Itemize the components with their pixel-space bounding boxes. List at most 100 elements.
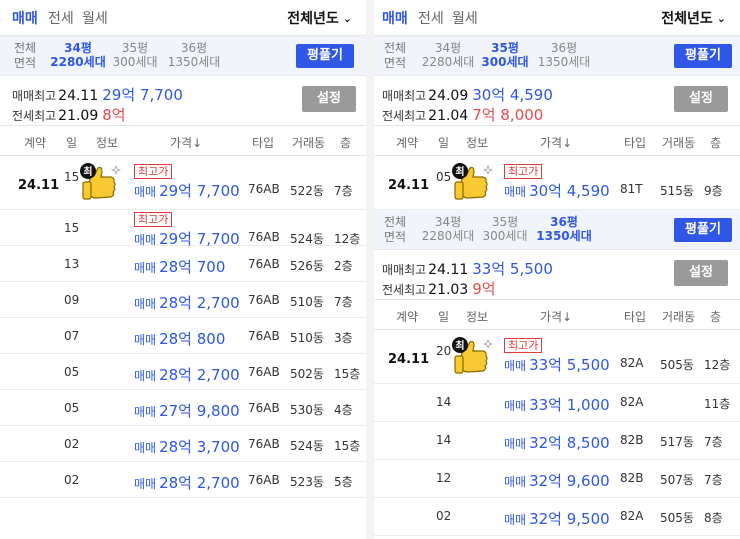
table-row[interactable]: 09 매매 28억 2,700 76AB 510동 7층 <box>0 282 366 318</box>
tab-sale[interactable]: 매매 <box>382 8 408 28</box>
table-row[interactable]: 24.11 20 최 최고가 매매 33억 5,500 82A 505동 12층 <box>374 330 740 384</box>
header-type: 타입 <box>252 136 275 150</box>
unfold-pyeong-button[interactable]: 평풀기 <box>674 44 732 68</box>
settings-button[interactable]: 설정 <box>674 86 728 112</box>
price-cell: 매매 32억 9,600 <box>504 470 610 491</box>
unit-type: 76AB <box>248 473 280 487</box>
size-option-35[interactable]: 35평 300세대 <box>480 215 530 243</box>
table-row[interactable]: 13 매매 28억 700 76AB 526동 2층 <box>0 246 366 282</box>
size-pyeong: 34평 <box>434 41 462 55</box>
unfold-pyeong-button[interactable]: 평풀기 <box>296 44 354 68</box>
unit-type: 76AB <box>248 401 280 415</box>
trade-type-tabs: 매매 전세 월세 전체년도 ⌄ <box>0 0 366 36</box>
contract-day: 15 <box>64 170 80 184</box>
unit-type: 76AB <box>248 365 280 379</box>
max-sale-row: 매매최고 24.11 33억 5,500 <box>382 258 553 279</box>
price-cell: 매매 28억 700 <box>134 256 225 277</box>
floor: 12층 <box>334 232 361 246</box>
tab-jeonse[interactable]: 전세 <box>418 8 444 28</box>
header-type: 타입 <box>624 310 647 324</box>
table-row[interactable]: 24.11 05 최 최고가 매매 30억 4,590 81T 515동 9층 <box>374 156 740 210</box>
trade-kind: 매매 <box>504 185 527 199</box>
tab-jeonse[interactable]: 전세 <box>48 8 74 28</box>
max-jeonse-label: 전세최고 <box>382 283 427 297</box>
size-pyeong: 36평 <box>180 41 208 55</box>
trade-price: 28억 800 <box>159 330 226 348</box>
trade-kind: 매매 <box>134 185 157 199</box>
trade-price: 30억 4,590 <box>529 182 610 200</box>
size-pyeong: 36평 <box>550 41 578 55</box>
max-jeonse-price: 8억 <box>102 106 126 124</box>
sticker-text: 최 <box>83 165 92 178</box>
unit-type: 81T <box>620 182 643 196</box>
size-pyeong: 35평 <box>491 215 519 229</box>
size-option-34[interactable]: 34평 2280세대 <box>50 41 106 69</box>
price-cell: 매매 28억 3,700 <box>134 436 240 457</box>
trade-kind: 매매 <box>134 441 157 455</box>
table-row[interactable]: 05 매매 28억 2,700 76AB 502동 15층 <box>0 354 366 390</box>
max-sale-price: 29억 7,700 <box>102 86 183 104</box>
max-price-summary: 매매최고 24.11 33억 5,500 전세최고 21.03 9억 설정 <box>374 250 740 300</box>
unit-type: 82B <box>620 433 644 447</box>
contract-day: 05 <box>436 170 452 184</box>
max-sale-price: 33억 5,500 <box>472 260 553 278</box>
header-price-sort[interactable]: 가격↓ <box>170 134 202 151</box>
trade-price: 27억 9,800 <box>159 402 240 420</box>
tab-monthly[interactable]: 월세 <box>452 8 478 28</box>
area-filter: 전체 면적 34평 2280세대 35평 300세대 36평 1350세대 평풀기 <box>374 210 740 250</box>
building-dong: 502동 <box>290 367 324 381</box>
max-price-summary: 매매최고 24.11 29억 7,700 전세최고 21.09 8억 설정 <box>0 76 366 126</box>
tab-monthly[interactable]: 월세 <box>82 8 108 28</box>
max-jeonse-date: 21.09 <box>58 108 99 124</box>
table-row[interactable]: 12 매매 32억 9,600 82B 507동 7층 <box>374 460 740 498</box>
unfold-pyeong-button[interactable]: 평풀기 <box>674 218 732 242</box>
tab-sale[interactable]: 매매 <box>12 8 38 28</box>
size-option-36[interactable]: 36평 1350세대 <box>166 41 222 69</box>
size-option-36[interactable]: 36평 1350세대 <box>536 215 592 243</box>
trade-type-tabs: 매매 전세 월세 전체년도 ⌄ <box>374 0 740 36</box>
table-row[interactable]: 14 매매 33억 1,000 82A 11층 <box>374 384 740 422</box>
size-option-36[interactable]: 36평 1350세대 <box>536 41 592 69</box>
table-row[interactable]: 15 최고가 매매 29억 7,700 76AB 524동 12층 <box>0 210 366 248</box>
header-price-sort[interactable]: 가격↓ <box>540 134 572 151</box>
header-floor: 층 <box>340 136 352 150</box>
contract-day: 15 <box>64 221 80 235</box>
header-price-sort[interactable]: 가격↓ <box>540 308 572 325</box>
max-jeonse-row: 전세최고 21.04 7억 8,000 <box>382 104 543 125</box>
table-row[interactable]: 24.11 15 최 최고가 매매 29억 7,700 76AB 522동 7층 <box>0 156 366 210</box>
contract-day: 02 <box>436 509 452 523</box>
transaction-list: 24.11 20 최 최고가 매매 33억 5,500 82A 505동 12층 14 매매 33억 … <box>374 330 740 536</box>
max-sale-price: 30억 4,590 <box>472 86 553 104</box>
size-option-35[interactable]: 35평 300세대 <box>110 41 160 69</box>
header-dong: 거래동 <box>662 136 696 150</box>
header-contract: 계약 <box>24 136 47 150</box>
settings-button[interactable]: 설정 <box>674 260 728 286</box>
max-jeonse-label: 전세최고 <box>12 109 57 123</box>
header-contract: 계약 <box>396 136 419 150</box>
max-jeonse-row: 전세최고 21.09 8억 <box>12 104 126 125</box>
year-select[interactable]: 전체년도 ⌄ <box>661 8 726 28</box>
trade-kind: 매매 <box>504 399 527 413</box>
price-cell: 매매 30억 4,590 <box>504 180 610 201</box>
table-row[interactable]: 07 매매 28억 800 76AB 510동 3층 <box>0 318 366 354</box>
year-select[interactable]: 전체년도 ⌄ <box>287 8 352 28</box>
table-row[interactable]: 02 매매 28억 3,700 76AB 524동 15층 <box>0 426 366 462</box>
size-option-35[interactable]: 35평 300세대 <box>480 41 530 69</box>
trade-price: 28억 3,700 <box>159 438 240 456</box>
price-cell: 매매 33억 5,500 <box>504 354 610 375</box>
transaction-list: 24.11 15 최 최고가 매매 29억 7,700 76AB 522동 7층 15 최고가 매매 2… <box>0 156 366 498</box>
size-label-area: 면적 <box>384 230 407 244</box>
trade-price: 28억 2,700 <box>159 474 240 492</box>
size-option-34[interactable]: 34평 2280세대 <box>420 215 476 243</box>
building-dong: 526동 <box>290 259 324 273</box>
price-cell: 매매 28억 2,700 <box>134 364 240 385</box>
table-row[interactable]: 02 매매 32억 9,500 82A 505동 8층 <box>374 498 740 536</box>
table-row[interactable]: 02 매매 28억 2,700 76AB 523동 5층 <box>0 462 366 498</box>
settings-button[interactable]: 설정 <box>302 86 356 112</box>
table-row[interactable]: 05 매매 27억 9,800 76AB 530동 4층 <box>0 390 366 426</box>
floor: 5층 <box>334 475 353 489</box>
table-row[interactable]: 14 매매 32억 8,500 82B 517동 7층 <box>374 422 740 460</box>
header-info: 정보 <box>466 136 489 150</box>
contract-month: 24.11 <box>18 178 60 193</box>
size-option-34[interactable]: 34평 2280세대 <box>420 41 476 69</box>
